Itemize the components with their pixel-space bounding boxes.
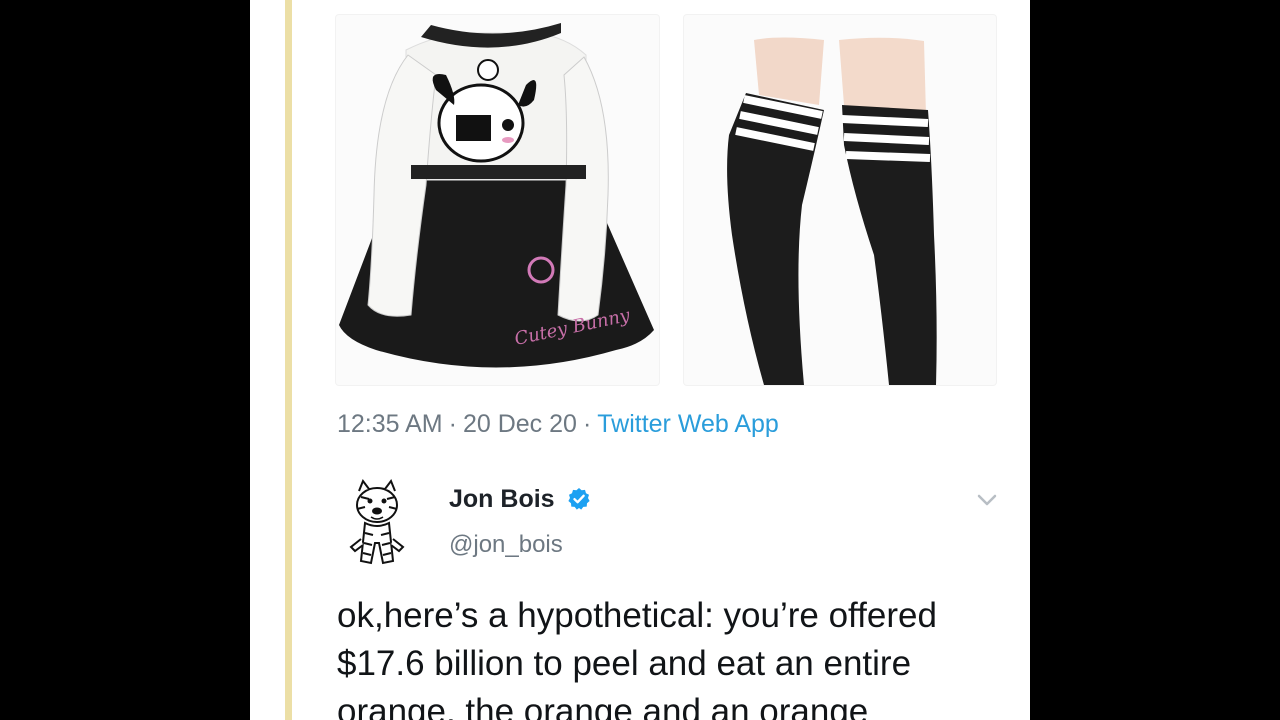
chevron-down-icon[interactable] <box>976 492 998 508</box>
author-display-name[interactable]: Jon Bois <box>449 485 555 514</box>
tweet-timestamp-row: 12:35 AM · 20 Dec 20 · Twitter Web App <box>337 410 779 439</box>
tweet-time[interactable]: 12:35 AM <box>337 410 443 438</box>
tweet-body-text: ok,here’s a hypothetical: you’re offered… <box>337 596 937 720</box>
meta-separator: · <box>582 410 592 438</box>
meta-separator: · <box>448 410 457 438</box>
socks-image <box>727 37 937 385</box>
tweet-source-link[interactable]: Twitter Web App <box>597 410 779 438</box>
media-image-dress[interactable]: Cutey Bunny <box>335 14 660 386</box>
media-image-socks[interactable] <box>683 14 997 386</box>
author-handle[interactable]: @jon_bois <box>449 531 563 559</box>
thread-line <box>285 0 292 720</box>
tweet-date[interactable]: 20 Dec 20 <box>463 410 577 438</box>
media-grid: Cutey Bunny <box>335 14 997 386</box>
dress-image: Cutey Bunny <box>339 23 654 368</box>
tweet-panel: Cutey Bunny 12:35 AM · 20 Dec 20 · Twitt… <box>250 0 1030 720</box>
tiger-avatar[interactable] <box>347 477 407 569</box>
verified-badge-icon <box>568 488 590 510</box>
